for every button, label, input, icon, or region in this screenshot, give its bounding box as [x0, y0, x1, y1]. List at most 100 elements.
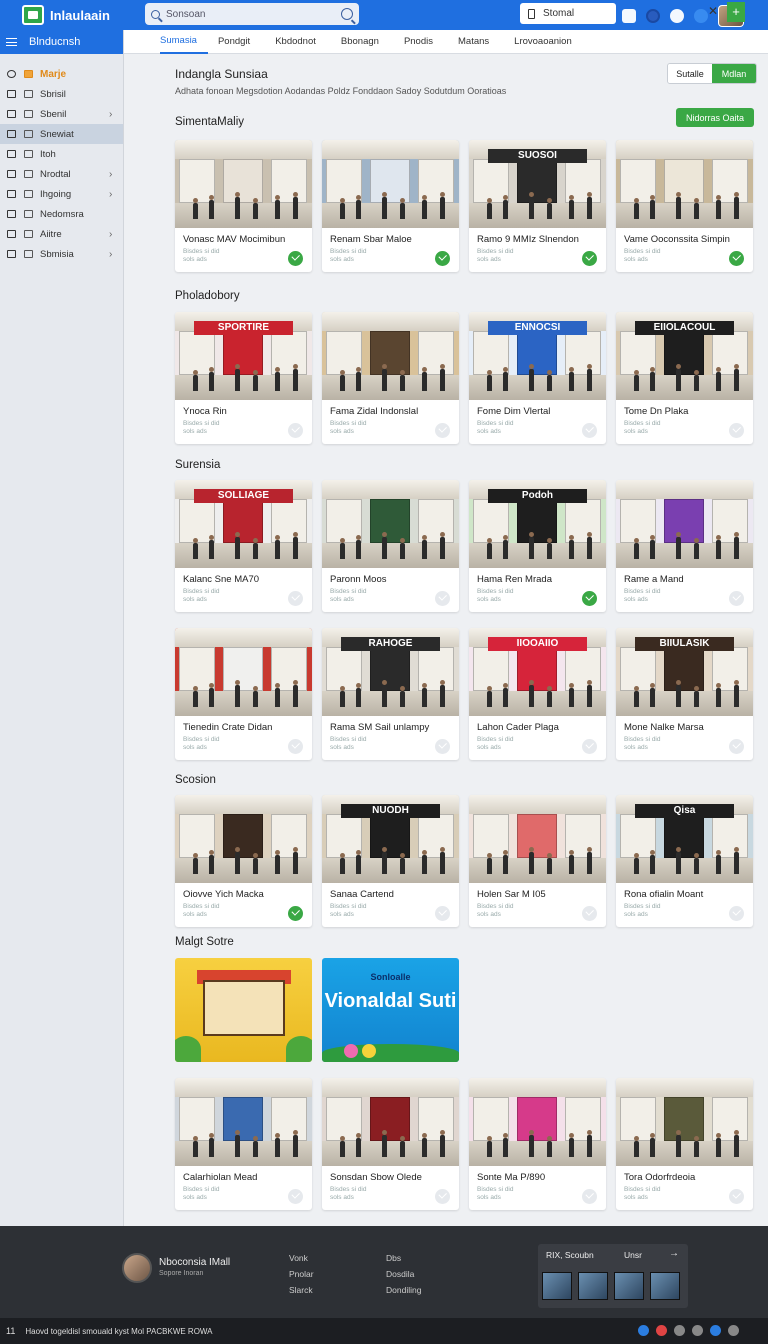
brand[interactable]: Inlaulaain: [0, 5, 140, 25]
store-card[interactable]: BIIULASIK Mone Nalke Marsa Bisdes si did s…: [616, 628, 753, 760]
store-card[interactable]: Calarhiolan Mead Bisdes si did sols ads: [175, 1078, 312, 1210]
sidebar-item[interactable]: Marje: [0, 64, 123, 84]
store-thumbnail[interactable]: NUODH: [322, 795, 459, 883]
settings-icon[interactable]: [646, 9, 660, 23]
check-icon[interactable]: [582, 1189, 597, 1204]
arrow-right-icon[interactable]: →: [669, 1248, 679, 1259]
store-thumbnail[interactable]: [616, 480, 753, 568]
clock-icon[interactable]: [674, 1325, 685, 1336]
store-card[interactable]: Oiovve Yich Macka Bisdes si did sols ads: [175, 795, 312, 927]
volume-icon[interactable]: [692, 1325, 703, 1336]
store-thumbnail[interactable]: SPORTIRE: [175, 312, 312, 400]
card-title[interactable]: Fama Zidal Indonslal: [330, 406, 451, 417]
battery-icon[interactable]: [728, 1325, 739, 1336]
action-button[interactable]: Nidorras Oaita: [676, 108, 754, 127]
check-icon[interactable]: [435, 591, 450, 606]
check-icon[interactable]: [729, 591, 744, 606]
store-card[interactable]: Podoh Hama Ren Mrada Bisdes si did sols ad…: [469, 480, 606, 612]
store-thumbnail[interactable]: Qisa: [616, 795, 753, 883]
card-title[interactable]: Paronn Moos: [330, 574, 451, 585]
gallery-thumbnail[interactable]: [614, 1272, 644, 1300]
store-card[interactable]: Paronn Moos Bisdes si did sols ads: [322, 480, 459, 612]
tab[interactable]: Sumasia: [160, 30, 208, 54]
sidebar-item[interactable]: Nrodtal ›: [0, 164, 123, 184]
primary-button[interactable]: Mdlan: [712, 64, 756, 83]
store-selector[interactable]: Stomal: [520, 3, 616, 24]
alert-icon[interactable]: [656, 1325, 667, 1336]
menu-icon[interactable]: [6, 38, 17, 46]
store-card[interactable]: IIOOAIIO Lahon Cader Plaga Bisdes si did s…: [469, 628, 606, 760]
check-icon[interactable]: [582, 423, 597, 438]
store-card[interactable]: Fama Zidal Indonslal Bisdes si did sols a…: [322, 312, 459, 444]
gallery-thumbnail[interactable]: [542, 1272, 572, 1300]
footer-link[interactable]: Dosdila: [386, 1266, 421, 1282]
card-title[interactable]: Lahon Cader Plaga: [477, 722, 598, 733]
card-title[interactable]: Ynoca Rin: [183, 406, 304, 417]
check-icon[interactable]: [729, 739, 744, 754]
card-title[interactable]: Tora Odorfrdeoia: [624, 1172, 745, 1183]
search-icon[interactable]: [341, 8, 353, 20]
store-thumbnail[interactable]: [469, 795, 606, 883]
check-icon[interactable]: [582, 251, 597, 266]
card-title[interactable]: Rama SM Sail unlampy: [330, 722, 451, 733]
card-title[interactable]: Calarhiolan Mead: [183, 1172, 304, 1183]
tab[interactable]: Pnodis: [404, 30, 444, 54]
store-card[interactable]: Tora Odorfrdeoia Bisdes si did sols ads: [616, 1078, 753, 1210]
help-icon[interactable]: [694, 9, 708, 23]
check-icon[interactable]: [435, 423, 450, 438]
store-thumbnail[interactable]: Podoh: [469, 480, 606, 568]
card-title[interactable]: Mone Nalke Marsa: [624, 722, 745, 733]
check-icon[interactable]: [288, 739, 303, 754]
card-title[interactable]: Vonasc MAV Mocimibun: [183, 234, 304, 245]
store-thumbnail[interactable]: [175, 140, 312, 228]
card-title[interactable]: Hama Ren Mrada: [477, 574, 598, 585]
sidebar-item[interactable]: Aiitre ›: [0, 224, 123, 244]
secondary-button[interactable]: Sutalle: [668, 64, 712, 83]
footer-link[interactable]: Dondiling: [386, 1282, 421, 1298]
card-title[interactable]: Oiovve Yich Macka: [183, 889, 304, 900]
add-tab-button[interactable]: +: [727, 2, 745, 22]
store-card[interactable]: Holen Sar M I05 Bisdes si did sols ads: [469, 795, 606, 927]
check-icon[interactable]: [435, 739, 450, 754]
store-thumbnail[interactable]: ENNOCSI: [469, 312, 606, 400]
chat-icon[interactable]: [710, 1325, 721, 1336]
store-card[interactable]: NUODH Sanaa Cartend Bisdes si did sols ads: [322, 795, 459, 927]
check-icon[interactable]: [435, 251, 450, 266]
promo-illustration[interactable]: [175, 958, 312, 1062]
store-thumbnail[interactable]: [175, 628, 312, 716]
store-card[interactable]: Vame Ooconssita Simpin Bisdes si did sols…: [616, 140, 753, 272]
check-icon[interactable]: [288, 591, 303, 606]
sidebar-item[interactable]: Ihgoing ›: [0, 184, 123, 204]
check-icon[interactable]: [582, 591, 597, 606]
filter-bar[interactable]: Adhata fonoan Megsdotion Aodandas Poldz …: [175, 86, 506, 96]
store-card[interactable]: RAHOGE Rama SM Sail unlampy Bisdes si did …: [322, 628, 459, 760]
card-title[interactable]: Renam Sbar Maloe: [330, 234, 451, 245]
store-thumbnail[interactable]: [322, 480, 459, 568]
network-icon[interactable]: [638, 1325, 649, 1336]
check-icon[interactable]: [435, 906, 450, 921]
sidebar-item[interactable]: Sbenil ›: [0, 104, 123, 124]
card-title[interactable]: Tienedin Crate Didan: [183, 722, 304, 733]
store-thumbnail[interactable]: [322, 1078, 459, 1166]
tab[interactable]: Pondgit: [218, 30, 261, 54]
store-card[interactable]: EIIOLACOUL Tome Dn Plaka Bisdes si did sol…: [616, 312, 753, 444]
store-card[interactable]: Tienedin Crate Didan Bisdes si did sols a…: [175, 628, 312, 760]
check-icon[interactable]: [288, 1189, 303, 1204]
card-title[interactable]: Vame Ooconssita Simpin: [624, 234, 745, 245]
sidebar-item[interactable]: Itoh: [0, 144, 123, 164]
store-thumbnail[interactable]: EIIOLACOUL: [616, 312, 753, 400]
store-thumbnail[interactable]: BIIULASIK: [616, 628, 753, 716]
store-thumbnail[interactable]: SOLLIAGE: [175, 480, 312, 568]
gallery-thumbnail[interactable]: [650, 1272, 680, 1300]
check-icon[interactable]: [729, 906, 744, 921]
store-thumbnail[interactable]: [616, 1078, 753, 1166]
check-icon[interactable]: [288, 423, 303, 438]
sidebar-item[interactable]: Nedomsra: [0, 204, 123, 224]
store-thumbnail[interactable]: [175, 795, 312, 883]
sidebar-item[interactable]: Sbmisia ›: [0, 244, 123, 264]
notes-icon[interactable]: [622, 9, 636, 23]
store-thumbnail[interactable]: RAHOGE: [322, 628, 459, 716]
card-title[interactable]: Holen Sar M I05: [477, 889, 598, 900]
tab[interactable]: Kbdodnot: [275, 30, 327, 54]
person-icon[interactable]: [670, 9, 684, 23]
